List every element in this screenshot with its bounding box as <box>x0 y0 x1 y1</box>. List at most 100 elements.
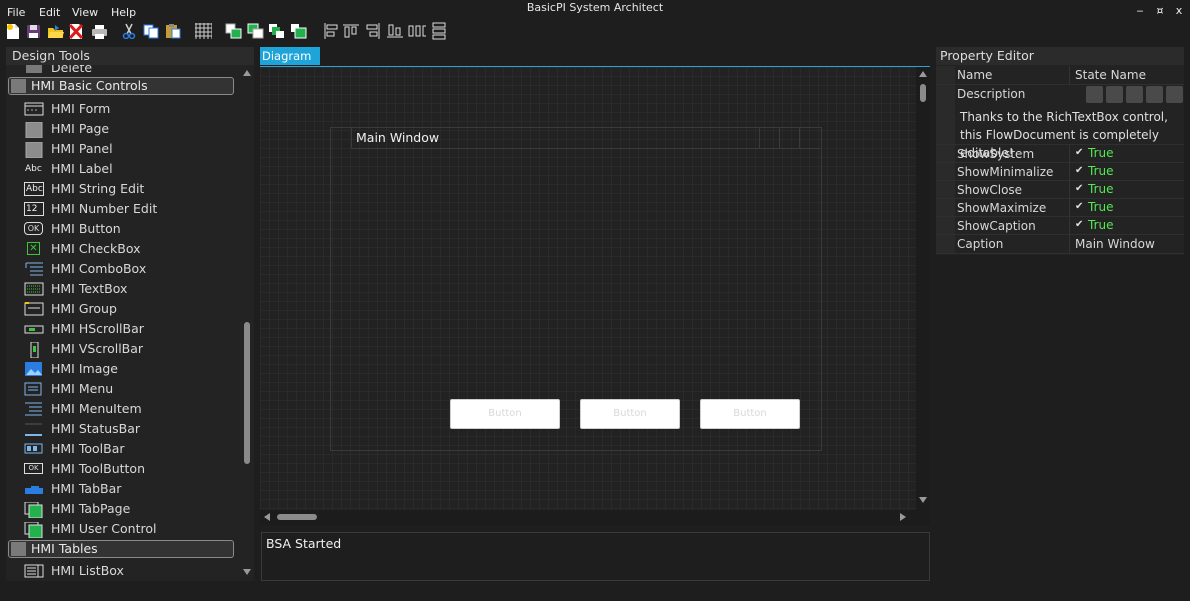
diagram-vertical-scrollbar[interactable] <box>916 67 930 510</box>
hmi-button-2[interactable]: Button <box>580 399 680 429</box>
copy-icon[interactable] <box>142 21 160 41</box>
align-left-icon[interactable] <box>322 21 340 41</box>
tool-hmi-checkbox[interactable]: ✕ HMI CheckBox <box>24 239 234 259</box>
toolbutton-icon: OK <box>24 462 44 476</box>
tool-hmi-tabbar[interactable]: HMI TabBar <box>24 479 234 499</box>
scroll-up-arrow-icon[interactable] <box>919 71 927 77</box>
tool-hmi-combobox[interactable]: HMI ComboBox <box>24 259 234 279</box>
scroll-right-arrow-icon[interactable] <box>900 513 906 521</box>
scroll-left-arrow-icon[interactable] <box>264 513 270 521</box>
diagram-horizontal-scrollbar[interactable] <box>260 510 916 524</box>
tool-hmi-page[interactable]: HMI Page <box>24 119 234 139</box>
new-file-icon[interactable] <box>4 21 22 41</box>
minimize-button[interactable]: ‒ <box>1133 4 1147 17</box>
tool-hmi-tabpage[interactable]: HMI TabPage <box>24 499 234 519</box>
hmi-button-3[interactable]: Button <box>700 399 800 429</box>
tool-hmi-user-control[interactable]: HMI User Control <box>24 519 234 539</box>
bullet-format-button[interactable] <box>1146 86 1163 103</box>
tool-hmi-menuitem[interactable]: HMI MenuItem <box>24 399 234 419</box>
prop-row-showcaption[interactable]: ShowCaption ✔ True <box>936 217 1184 235</box>
tool-hmi-number-edit[interactable]: 12 HMI Number Edit <box>24 199 234 219</box>
bold-format-button[interactable] <box>1086 86 1103 103</box>
close-button[interactable]: x <box>1172 4 1186 17</box>
scroll-down-arrow-icon[interactable] <box>919 497 927 503</box>
distribute-vertical-icon[interactable] <box>430 21 448 41</box>
send-backward-icon[interactable] <box>290 21 308 41</box>
showclose-value: True <box>1088 182 1114 196</box>
tool-hmi-panel[interactable]: HMI Panel <box>24 139 234 159</box>
bring-front-icon[interactable] <box>225 21 243 41</box>
tool-label: HMI Label <box>51 161 113 176</box>
open-folder-icon[interactable] <box>46 21 64 41</box>
showminimalize-checkbox[interactable]: ✔ <box>1075 166 1085 176</box>
prop-caption-value[interactable]: Main Window <box>1075 235 1155 253</box>
vertical-scroll-thumb[interactable] <box>920 84 926 102</box>
tool-hmi-group[interactable]: HMI Group <box>24 299 234 319</box>
print-icon[interactable] <box>90 21 108 41</box>
prop-row-showminimalize[interactable]: ShowMinimalize ✔ True <box>936 163 1184 181</box>
tool-hmi-label[interactable]: Abc HMI Label <box>24 159 234 179</box>
bring-forward-icon[interactable] <box>268 21 286 41</box>
tab-diagram[interactable]: Diagram X <box>260 47 320 81</box>
category-hmi-basic-controls[interactable]: HMI Basic Controls <box>8 77 234 95</box>
tool-hmi-listbox[interactable]: HMI ListBox <box>24 561 234 579</box>
align-top-icon[interactable] <box>342 21 360 41</box>
checkbox-icon: ✕ <box>24 242 44 256</box>
hmi-main-window[interactable]: Main Window Button Button Button <box>330 127 822 451</box>
menu-view[interactable]: View <box>72 6 98 19</box>
showmaximize-checkbox[interactable]: ✔ <box>1075 202 1085 212</box>
output-panel[interactable]: BSA Started <box>261 532 930 581</box>
paste-icon[interactable] <box>164 21 182 41</box>
cut-icon[interactable] <box>120 21 138 41</box>
tool-hmi-string-edit[interactable]: Abc HMI String Edit <box>24 179 234 199</box>
menu-edit[interactable]: Edit <box>39 6 60 19</box>
tool-hmi-button[interactable]: OK HMI Button <box>24 219 234 239</box>
scroll-up-arrow-icon[interactable] <box>243 70 251 76</box>
prop-row-name[interactable]: Name State Name <box>936 66 1184 85</box>
main-window-close-box[interactable] <box>799 128 820 149</box>
prop-showclose-label: ShowClose <box>957 183 1023 197</box>
tools-scrollbar[interactable] <box>242 67 252 579</box>
horizontal-scroll-thumb[interactable] <box>277 514 317 520</box>
showclose-checkbox[interactable]: ✔ <box>1075 184 1085 194</box>
main-window-caption[interactable]: Main Window <box>351 128 760 149</box>
italic-format-button[interactable] <box>1106 86 1123 103</box>
align-right-icon[interactable] <box>364 21 382 41</box>
tool-hmi-toolbutton[interactable]: OK HMI ToolButton <box>24 459 234 479</box>
menu-file[interactable]: File <box>7 6 25 19</box>
main-window-maximize-box[interactable] <box>779 128 800 149</box>
align-bottom-icon[interactable] <box>386 21 404 41</box>
menu-help[interactable]: Help <box>111 6 136 19</box>
grid-icon[interactable] <box>194 21 212 41</box>
tool-hmi-vscrollbar[interactable]: HMI VScrollBar <box>24 339 234 359</box>
diagram-canvas-area[interactable]: Main Window Button Button Button <box>260 66 930 525</box>
showsystem-checkbox[interactable]: ✔ <box>1075 148 1085 158</box>
main-window-minimize-box[interactable] <box>759 128 780 149</box>
distribute-horizontal-icon[interactable] <box>408 21 426 41</box>
prop-row-showsystem[interactable]: ShowSystem ✔ True <box>936 145 1184 163</box>
prop-row-showmaximize[interactable]: ShowMaximize ✔ True <box>936 199 1184 217</box>
prop-name-value[interactable]: State Name <box>1075 66 1146 84</box>
tool-hmi-statusbar[interactable]: HMI StatusBar <box>24 419 234 439</box>
prop-row-caption[interactable]: Caption Main Window <box>936 235 1184 254</box>
delete-icon[interactable] <box>67 21 85 41</box>
design-grid[interactable]: Main Window Button Button Button <box>260 67 916 510</box>
scroll-down-arrow-icon[interactable] <box>243 569 251 575</box>
tool-hmi-toolbar[interactable]: HMI ToolBar <box>24 439 234 459</box>
prop-row-showclose[interactable]: ShowClose ✔ True <box>936 181 1184 199</box>
tool-hmi-hscrollbar[interactable]: HMI HScrollBar <box>24 319 234 339</box>
scroll-thumb[interactable] <box>244 322 250 464</box>
tool-hmi-textbox[interactable]: HMI TextBox <box>24 279 234 299</box>
underline-format-button[interactable] <box>1126 86 1143 103</box>
hmi-button-1[interactable]: Button <box>450 399 560 429</box>
showcaption-checkbox[interactable]: ✔ <box>1075 220 1085 230</box>
tool-hmi-form[interactable]: HMI Form <box>24 99 234 119</box>
send-back-icon[interactable] <box>247 21 265 41</box>
save-icon[interactable] <box>24 21 42 41</box>
tool-hmi-image[interactable]: HMI Image <box>24 359 234 379</box>
number-format-button[interactable] <box>1166 86 1183 103</box>
maximize-button[interactable]: ¤ <box>1153 4 1167 17</box>
prop-showsystem-label: ShowSystem <box>957 147 1035 161</box>
category-hmi-tables[interactable]: HMI Tables <box>8 540 234 558</box>
tool-hmi-menu[interactable]: HMI Menu <box>24 379 234 399</box>
